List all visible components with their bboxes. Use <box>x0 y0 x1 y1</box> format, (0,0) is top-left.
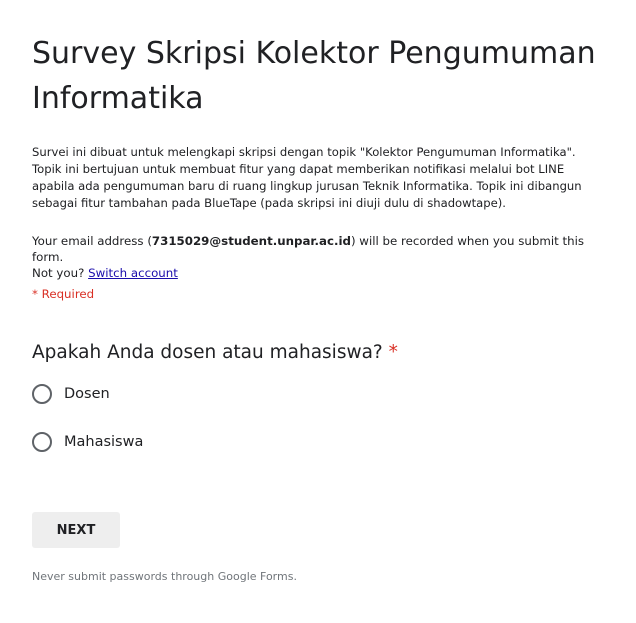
user-email: 7315029@student.unpar.ac.id <box>151 234 351 248</box>
switch-account-link[interactable]: Switch account <box>88 266 178 280</box>
email-notice: Your email address (7315029@student.unpa… <box>32 233 607 281</box>
question-text: Apakah Anda dosen atau mahasiswa? <box>32 342 383 363</box>
option-label-dosen: Dosen <box>64 386 110 402</box>
next-button[interactable]: NEXT <box>32 512 120 548</box>
radio-button-dosen[interactable] <box>32 384 52 404</box>
question-title: Apakah Anda dosen atau mahasiswa? * <box>32 340 398 366</box>
required-asterisk: * <box>388 342 398 363</box>
option-dosen[interactable]: Dosen <box>32 382 110 406</box>
form-description: Survei ini dibuat untuk melengkapi skrip… <box>32 145 582 210</box>
radio-button-mahasiswa[interactable] <box>32 432 52 452</box>
required-note: * Required <box>32 287 95 301</box>
option-mahasiswa[interactable]: Mahasiswa <box>32 430 143 454</box>
password-warning: Never submit passwords through Google Fo… <box>32 570 297 583</box>
email-notice-prefix: Your email address ( <box>32 234 152 248</box>
option-label-mahasiswa: Mahasiswa <box>64 434 144 450</box>
form-title: Survey Skripsi Kolektor Pengumuman Infor… <box>32 36 596 116</box>
not-you-text: Not you? <box>32 266 85 280</box>
